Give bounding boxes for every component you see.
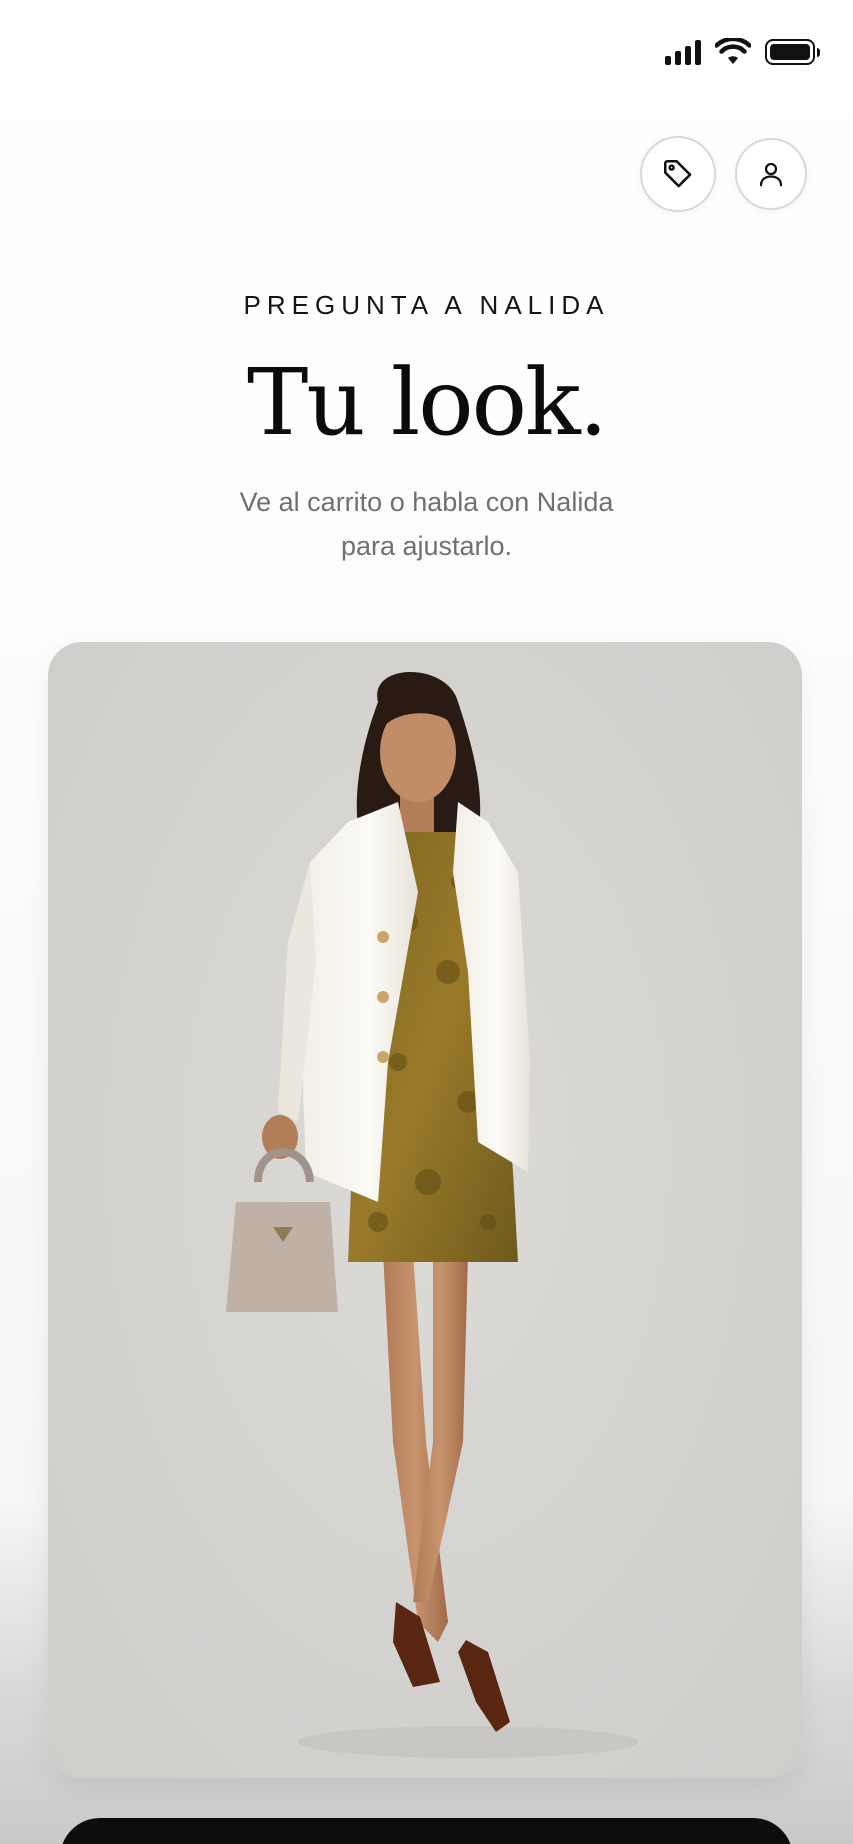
subtitle-line-2: para ajustarlo. <box>340 531 513 561</box>
outfit-photo[interactable] <box>48 642 802 1778</box>
wifi-icon <box>715 38 751 64</box>
subtitle-line-1: Ve al carrito o habla con Nalida <box>239 487 614 517</box>
look-screen: PREGUNTA A NALIDA Tu look. Ve al carrito… <box>0 0 853 1844</box>
tag-icon <box>663 159 692 188</box>
profile-button[interactable] <box>735 138 807 210</box>
bottom-action-bar[interactable] <box>60 1818 793 1844</box>
eyebrow-label: PREGUNTA A NALIDA <box>243 290 610 320</box>
outfit-illustration <box>226 672 638 1758</box>
page-subtitle: Ve al carrito o habla con Nalida para aj… <box>0 480 853 568</box>
status-bar <box>665 36 820 68</box>
user-icon <box>759 162 783 187</box>
battery-icon <box>765 39 820 65</box>
cellular-signal-icon <box>665 39 701 65</box>
tag-button[interactable] <box>640 136 716 212</box>
page-title: Tu look. <box>246 349 608 456</box>
